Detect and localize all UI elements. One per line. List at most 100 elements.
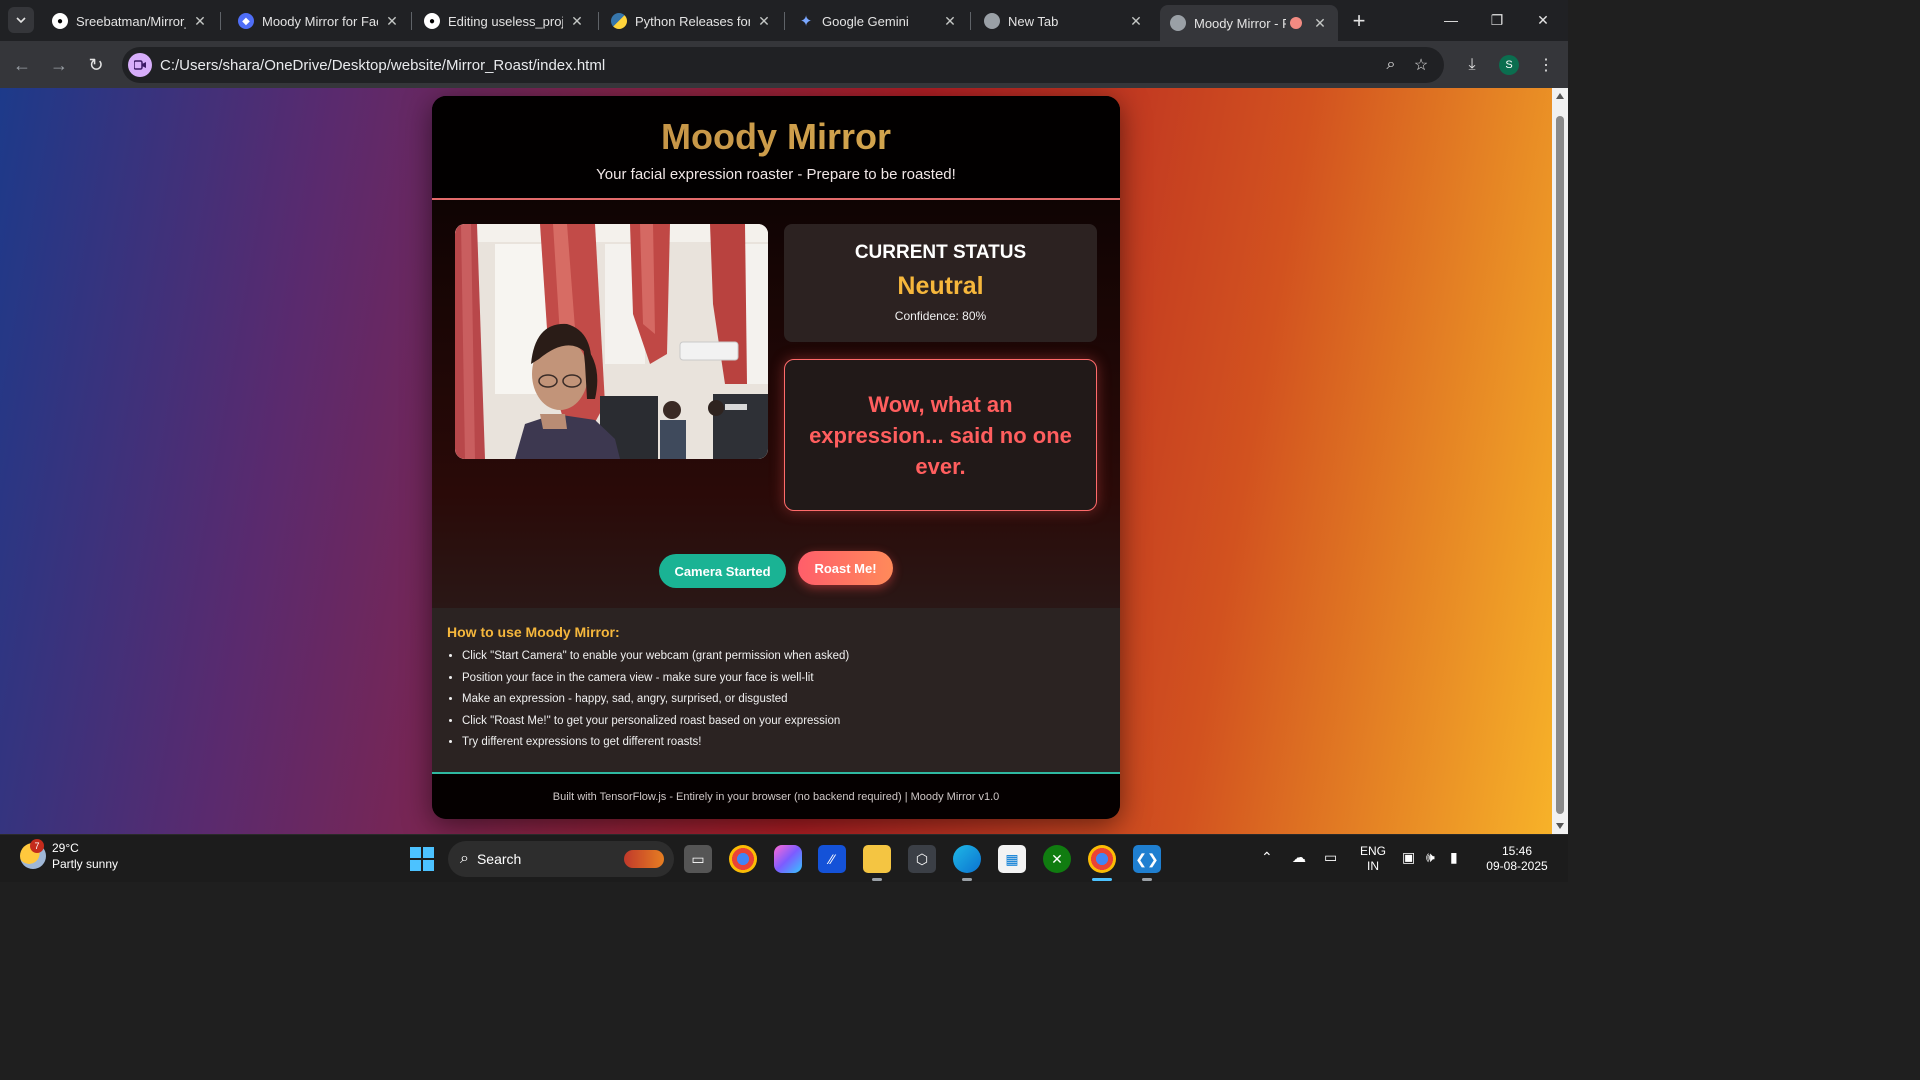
tab-separator <box>970 12 971 30</box>
task-view-icon[interactable]: ▭ <box>684 845 712 873</box>
python-icon <box>611 13 627 29</box>
restore-button[interactable]: ❐ <box>1474 0 1520 40</box>
tab-moody-mirror-active[interactable]: Moody Mirror - F ✕ <box>1160 5 1338 41</box>
tab-separator <box>598 12 599 30</box>
page-viewport: Moody Mirror Your facial expression roas… <box>0 88 1552 834</box>
tab-moody-mirror-fac[interactable]: ◆ Moody Mirror for Fac ✕ <box>228 6 410 36</box>
region-code: IN <box>1367 859 1379 873</box>
tab-python-releases[interactable]: Python Releases for V ✕ <box>601 6 782 36</box>
moody-mirror-app: Moody Mirror Your facial expression roas… <box>432 96 1120 819</box>
minimize-button[interactable]: — <box>1428 0 1474 40</box>
clock-time: 15:46 <box>1501 844 1533 858</box>
menu-dots-icon[interactable]: ⋮ <box>1532 51 1560 79</box>
close-icon[interactable]: ✕ <box>192 13 208 29</box>
scrollbar-thumb[interactable] <box>1556 116 1564 814</box>
github-icon: ● <box>52 13 68 29</box>
reload-button[interactable]: ↻ <box>82 51 110 79</box>
close-icon[interactable]: ✕ <box>384 13 400 29</box>
url-text[interactable]: C:/Users/shara/OneDrive/Desktop/website/… <box>160 57 1376 74</box>
list-item: Make an expression - happy, sad, angry, … <box>462 689 1105 711</box>
network-icon[interactable]: ▣ <box>1402 849 1415 866</box>
browser-toolbar: ← → ↻ C:/Users/shara/OneDrive/Desktop/we… <box>0 41 1568 88</box>
clock[interactable]: 15:46 09-08-2025 <box>1480 844 1554 874</box>
instructions-title: How to use Moody Mirror: <box>447 624 620 640</box>
copilot-icon[interactable] <box>774 845 802 873</box>
tab-title: Google Gemini <box>822 13 909 29</box>
github-icon: ● <box>424 13 440 29</box>
windows-taskbar: 7 29°C Partly sunny ⌕ Search ▭ ⁄⁄ ⬡ ▦ ✕ … <box>0 834 1568 882</box>
weather-widget[interactable]: 7 29°C Partly sunny <box>20 839 118 872</box>
app-header: Moody Mirror Your facial expression roas… <box>432 96 1120 200</box>
close-icon[interactable]: ✕ <box>1128 13 1144 29</box>
camera-indicator-icon[interactable] <box>128 53 152 77</box>
list-item: Click "Start Camera" to enable your webc… <box>462 646 1105 668</box>
volume-icon[interactable]: 🕪 <box>1426 849 1435 866</box>
taskbar-search[interactable]: ⌕ Search <box>448 841 674 877</box>
close-icon[interactable]: ✕ <box>942 13 958 29</box>
search-highlight-icon <box>624 850 664 868</box>
app-icon: ◆ <box>238 13 254 29</box>
display-icon[interactable]: ▭ <box>1324 849 1337 866</box>
microsoft-store-icon[interactable]: ▦ <box>998 845 1026 873</box>
tab-github-mirror[interactable]: ● Sreebatman/Mirror_R ✕ <box>42 6 218 36</box>
zoom-icon[interactable]: ⌕ <box>1376 50 1406 80</box>
chevron-up-icon[interactable]: ⌃ <box>1261 849 1273 866</box>
page-subtitle: Your facial expression roaster - Prepare… <box>596 166 956 183</box>
partly-sunny-icon: 7 <box>20 839 46 869</box>
active-indicator <box>1092 878 1112 881</box>
webcam-video <box>455 224 768 459</box>
chrome-profile-icon[interactable] <box>1088 845 1116 873</box>
azure-app-icon[interactable]: ⁄⁄ <box>818 845 846 873</box>
scroll-up-icon[interactable] <box>1556 93 1564 99</box>
list-item: Position your face in the camera view - … <box>462 668 1105 690</box>
weather-temp: 29°C <box>52 841 79 855</box>
instructions-panel: How to use Moody Mirror: Click "Start Ca… <box>432 608 1120 772</box>
list-item: Try different expressions to get differe… <box>462 732 1105 754</box>
language-indicator[interactable]: ENG IN <box>1358 844 1388 874</box>
running-indicator <box>962 878 972 881</box>
list-item: Click "Roast Me!" to get your personaliz… <box>462 711 1105 733</box>
tab-title: Sreebatman/Mirror_R <box>76 13 186 29</box>
tab-google-gemini[interactable]: ✦ Google Gemini ✕ <box>788 6 968 36</box>
onedrive-icon[interactable]: ☁ <box>1292 849 1306 866</box>
weather-text: 29°C Partly sunny <box>52 840 118 872</box>
start-camera-button[interactable]: Camera Started <box>659 554 786 588</box>
xbox-icon[interactable]: ✕ <box>1043 845 1071 873</box>
close-window-button[interactable]: ✕ <box>1520 0 1566 40</box>
edge-icon[interactable] <box>953 845 981 873</box>
instructions-list: Click "Start Camera" to enable your webc… <box>462 646 1105 754</box>
scroll-down-icon[interactable] <box>1556 823 1564 829</box>
tab-separator <box>220 12 221 30</box>
tab-title: Editing useless_proje <box>448 13 563 29</box>
roast-me-button[interactable]: Roast Me! <box>798 551 893 585</box>
app-launcher-icon[interactable]: ⬡ <box>908 845 936 873</box>
chevron-down-icon <box>16 17 26 24</box>
close-icon[interactable]: ✕ <box>569 13 585 29</box>
close-icon[interactable]: ✕ <box>1312 15 1328 31</box>
back-button[interactable]: ← <box>8 51 36 79</box>
status-emotion: Neutral <box>897 272 984 300</box>
vscode-icon[interactable]: ❮❯ <box>1133 845 1161 873</box>
profile-avatar[interactable]: S <box>1499 55 1519 75</box>
chrome-app-icon[interactable] <box>729 845 757 873</box>
battery-icon[interactable]: ▮ <box>1450 849 1458 866</box>
gemini-icon: ✦ <box>799 13 813 30</box>
roast-card: Wow, what an expression... said no one e… <box>784 359 1097 511</box>
windows-start-icon[interactable] <box>410 847 434 871</box>
page-scrollbar[interactable] <box>1552 88 1568 834</box>
weather-desc: Partly sunny <box>52 857 119 871</box>
tab-editing-project[interactable]: ● Editing useless_proje ✕ <box>414 6 595 36</box>
bookmark-star-icon[interactable]: ☆ <box>1406 50 1436 80</box>
chrome-icon <box>984 13 1000 29</box>
status-label: CURRENT STATUS <box>854 242 1027 263</box>
address-bar[interactable]: C:/Users/shara/OneDrive/Desktop/website/… <box>122 47 1444 83</box>
file-explorer-icon[interactable] <box>863 845 891 873</box>
download-icon[interactable]: ⤓ <box>1458 51 1486 79</box>
tab-new-tab[interactable]: New Tab ✕ <box>974 6 1154 36</box>
forward-button[interactable]: → <box>45 51 73 79</box>
new-tab-button[interactable]: + <box>1346 8 1372 34</box>
close-icon[interactable]: ✕ <box>756 13 772 29</box>
tab-search-button[interactable] <box>8 7 34 33</box>
tab-separator <box>784 12 785 30</box>
tab-title: Python Releases for V <box>635 13 750 29</box>
